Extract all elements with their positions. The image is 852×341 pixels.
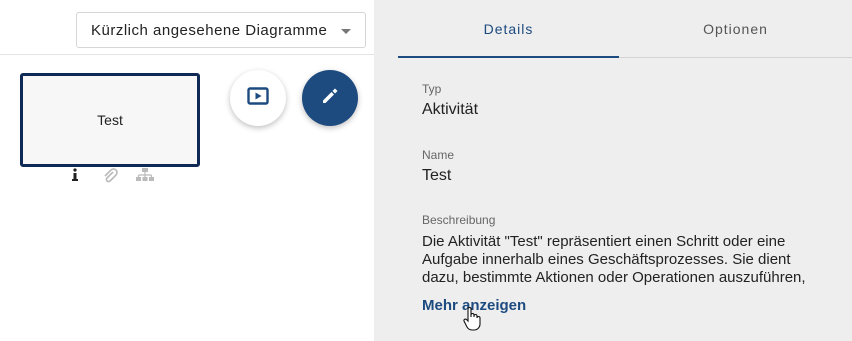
info-icon[interactable]	[70, 168, 80, 187]
pencil-icon	[320, 86, 340, 111]
details-panel: Details Optionen Typ Aktivität Name Test…	[374, 0, 852, 341]
chevron-down-icon	[341, 29, 351, 34]
recent-diagrams-select-value: Kürzlich angesehene Diagramme	[91, 21, 328, 39]
description-line: Aufgabe innerhalb eines Geschäftsprozess…	[422, 251, 791, 268]
present-button[interactable]	[230, 70, 286, 126]
recent-diagrams-select[interactable]: Kürzlich angesehene Diagramme	[76, 12, 366, 48]
tab-details[interactable]: Details	[398, 0, 619, 58]
panel-tabs: Details Optionen	[398, 0, 852, 58]
description-line: dazu, bestimmte Aktionen oder Operatione…	[422, 269, 806, 286]
description-line: Die Aktivität "Test" repräsentiert einen…	[422, 233, 786, 250]
hierarchy-icon[interactable]	[136, 168, 154, 187]
toolbar-divider	[0, 54, 374, 55]
name-label: Name	[422, 148, 455, 162]
tab-options[interactable]: Optionen	[625, 0, 846, 57]
type-value: Aktivität	[422, 101, 479, 118]
attribute-icons	[62, 168, 162, 184]
description-text: Die Aktivität "Test" repräsentiert einen…	[422, 233, 842, 287]
activity-shape[interactable]: Test	[20, 73, 200, 167]
tab-options-label: Optionen	[703, 20, 768, 37]
attachment-icon[interactable]	[102, 168, 118, 189]
diagram-canvas[interactable]: Kürzlich angesehene Diagramme Test	[0, 0, 374, 341]
description-label: Beschreibung	[422, 213, 496, 227]
type-label: Typ	[422, 82, 442, 96]
tab-details-label: Details	[483, 20, 534, 37]
play-presentation-icon	[247, 86, 269, 110]
hand-cursor-icon	[463, 307, 481, 336]
name-value: Test	[422, 167, 452, 184]
edit-button[interactable]	[302, 70, 358, 126]
activity-label: Test	[97, 112, 123, 128]
